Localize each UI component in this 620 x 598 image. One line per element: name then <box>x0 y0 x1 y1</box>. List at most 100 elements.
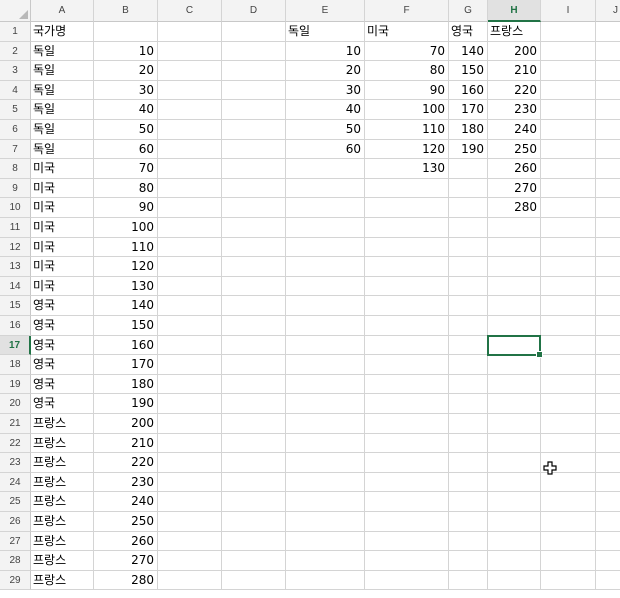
cell-g3[interactable]: 150 <box>449 61 488 81</box>
cell-h25[interactable] <box>488 492 541 512</box>
cell-f26[interactable] <box>365 512 449 532</box>
cell-g4[interactable]: 160 <box>449 80 488 101</box>
cell-e5[interactable]: 40 <box>286 100 365 120</box>
cell-h22[interactable] <box>488 433 541 454</box>
cell-i8[interactable] <box>541 159 596 179</box>
cell-e28[interactable] <box>286 551 365 571</box>
cell-i27[interactable] <box>541 531 596 552</box>
column-header-c[interactable]: C <box>158 0 222 22</box>
cell-g6[interactable]: 180 <box>449 120 488 140</box>
cell-c28[interactable] <box>158 551 222 571</box>
cell-c11[interactable] <box>158 218 222 238</box>
cell-a21[interactable]: 프랑스 <box>31 414 94 434</box>
cell-a17[interactable]: 영국 <box>31 335 94 356</box>
cell-i10[interactable] <box>541 198 596 218</box>
cell-i7[interactable] <box>541 139 596 160</box>
cell-f9[interactable] <box>365 178 449 199</box>
cell-a1[interactable]: 국가명 <box>31 22 94 42</box>
cell-d4[interactable] <box>222 80 286 101</box>
cell-f7[interactable]: 120 <box>365 139 449 160</box>
cell-d19[interactable] <box>222 374 286 395</box>
cell-j13[interactable] <box>596 257 620 277</box>
cell-j5[interactable] <box>596 100 620 120</box>
cell-b23[interactable]: 220 <box>94 453 158 473</box>
cell-h28[interactable] <box>488 551 541 571</box>
row-header[interactable]: 26 <box>0 512 31 532</box>
cell-j23[interactable] <box>596 453 620 473</box>
cell-h8[interactable]: 260 <box>488 159 541 179</box>
cell-d22[interactable] <box>222 433 286 454</box>
cell-f27[interactable] <box>365 531 449 552</box>
row-header[interactable]: 27 <box>0 531 31 552</box>
column-header-e[interactable]: E <box>286 0 365 22</box>
row-header[interactable]: 3 <box>0 61 31 81</box>
cell-b13[interactable]: 120 <box>94 257 158 277</box>
cell-a16[interactable]: 영국 <box>31 316 94 336</box>
cell-c5[interactable] <box>158 100 222 120</box>
cell-i5[interactable] <box>541 100 596 120</box>
cell-c17[interactable] <box>158 335 222 356</box>
cell-d29[interactable] <box>222 570 286 591</box>
cell-h14[interactable] <box>488 276 541 297</box>
row-header[interactable]: 2 <box>0 41 31 62</box>
cell-a26[interactable]: 프랑스 <box>31 512 94 532</box>
column-header-b[interactable]: B <box>94 0 158 22</box>
column-header-g[interactable]: G <box>449 0 488 22</box>
cell-g16[interactable] <box>449 316 488 336</box>
cell-i15[interactable] <box>541 296 596 316</box>
cell-f23[interactable] <box>365 453 449 473</box>
cell-a13[interactable]: 미국 <box>31 257 94 277</box>
cell-e25[interactable] <box>286 492 365 512</box>
cell-a14[interactable]: 미국 <box>31 276 94 297</box>
row-header[interactable]: 18 <box>0 355 31 375</box>
cell-b12[interactable]: 110 <box>94 237 158 258</box>
cell-c23[interactable] <box>158 453 222 473</box>
cell-j26[interactable] <box>596 512 620 532</box>
cell-a12[interactable]: 미국 <box>31 237 94 258</box>
cell-i20[interactable] <box>541 394 596 414</box>
cell-j22[interactable] <box>596 434 620 454</box>
row-header[interactable]: 19 <box>0 374 31 395</box>
cell-b4[interactable]: 30 <box>94 80 158 101</box>
cell-g24[interactable] <box>449 472 488 493</box>
cell-e26[interactable] <box>286 512 365 532</box>
cell-c14[interactable] <box>158 276 222 297</box>
cell-h27[interactable] <box>488 531 541 552</box>
cell-h1[interactable]: 프랑스 <box>488 22 541 42</box>
cell-i29[interactable] <box>541 570 596 591</box>
cell-i13[interactable] <box>541 257 596 277</box>
cell-j24[interactable] <box>596 473 620 493</box>
cell-e1[interactable]: 독일 <box>286 22 365 42</box>
cell-f6[interactable]: 110 <box>365 120 449 140</box>
cell-b5[interactable]: 40 <box>94 100 158 120</box>
column-header-h[interactable]: H <box>488 0 541 22</box>
cell-g27[interactable] <box>449 531 488 552</box>
cell-a28[interactable]: 프랑스 <box>31 551 94 571</box>
cell-h11[interactable] <box>488 218 541 238</box>
cell-b7[interactable]: 60 <box>94 139 158 160</box>
row-header[interactable]: 7 <box>0 139 31 160</box>
row-header[interactable]: 13 <box>0 257 31 277</box>
column-header-j[interactable]: J <box>596 0 620 22</box>
cell-c25[interactable] <box>158 492 222 512</box>
cell-c18[interactable] <box>158 355 222 375</box>
cell-e27[interactable] <box>286 531 365 552</box>
cell-e17[interactable] <box>286 335 365 356</box>
column-header-i[interactable]: I <box>541 0 596 22</box>
cell-g1[interactable]: 영국 <box>449 22 488 42</box>
cell-f11[interactable] <box>365 218 449 238</box>
cell-f12[interactable] <box>365 237 449 258</box>
row-header[interactable]: 4 <box>0 80 31 101</box>
cell-d6[interactable] <box>222 120 286 140</box>
cell-g9[interactable] <box>449 178 488 199</box>
cell-d27[interactable] <box>222 531 286 552</box>
cell-h4[interactable]: 220 <box>488 80 541 101</box>
cell-g2[interactable]: 140 <box>449 41 488 62</box>
cell-f13[interactable] <box>365 257 449 277</box>
cell-g25[interactable] <box>449 492 488 512</box>
cell-i11[interactable] <box>541 218 596 238</box>
cell-b2[interactable]: 10 <box>94 41 158 62</box>
cell-i9[interactable] <box>541 178 596 199</box>
row-header[interactable]: 24 <box>0 472 31 493</box>
cell-d26[interactable] <box>222 512 286 532</box>
